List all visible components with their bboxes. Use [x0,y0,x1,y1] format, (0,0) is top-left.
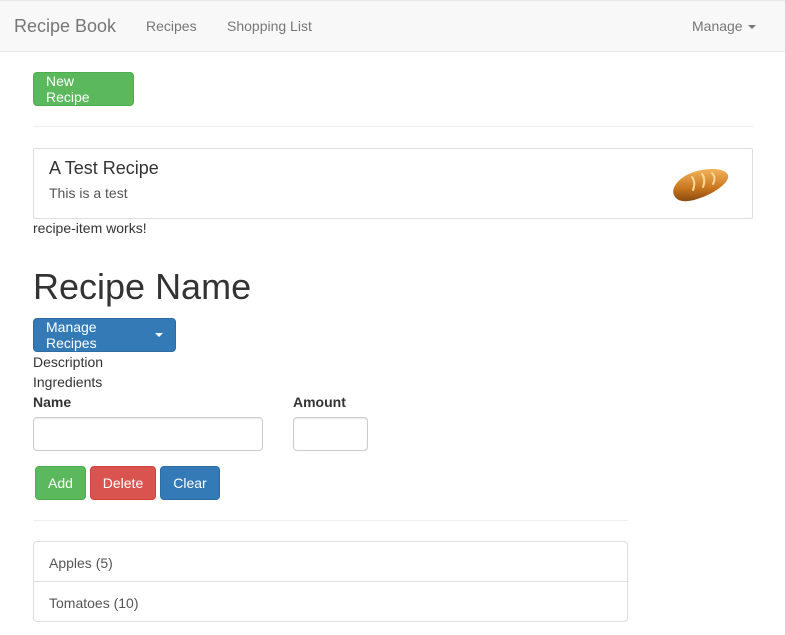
caret-down-icon [747,25,756,30]
manage-dropdown-label: Manage [692,18,743,34]
brand-link[interactable]: Recipe Book [14,16,116,37]
navbar: Recipe Book Recipes Shopping List Manage [0,0,785,52]
ingredient-list-item[interactable]: Apples (5) [33,541,628,582]
recipe-detail-title: Recipe Name [33,266,252,307]
amount-field-label: Amount [293,394,346,410]
name-input[interactable] [33,417,263,451]
ingredient-list-item[interactable]: Tomatoes (10) [33,581,628,622]
manage-dropdown[interactable]: Manage [692,18,756,34]
nav-shopping-list-link[interactable]: Shopping List [227,18,312,34]
amount-input[interactable] [293,417,368,451]
manage-recipes-label: Manage Recipes [46,319,97,351]
manage-recipes-button[interactable]: Manage Recipes [33,318,176,352]
caret-down-icon [155,333,163,337]
ingredients-label: Ingredients [33,374,103,390]
clear-button[interactable]: Clear [160,466,220,500]
ingredient-list: Apples (5) Tomatoes (10) [33,541,628,622]
bread-icon [673,168,729,202]
recipe-item-title: A Test Recipe [49,158,159,178]
add-button[interactable]: Add [35,466,86,500]
new-recipe-button[interactable]: New Recipe [33,72,134,106]
delete-button[interactable]: Delete [90,466,156,500]
recipe-item-description: This is a test [49,185,128,201]
description-label: Description [33,354,104,370]
recipe-list-item[interactable]: A Test Recipe This is a test [33,148,753,219]
name-field-label: Name [33,394,72,410]
nav-recipes-link[interactable]: Recipes [146,18,197,34]
divider [33,520,628,521]
recipe-item-footer-text: recipe-item works! [33,220,147,236]
divider [33,126,753,127]
